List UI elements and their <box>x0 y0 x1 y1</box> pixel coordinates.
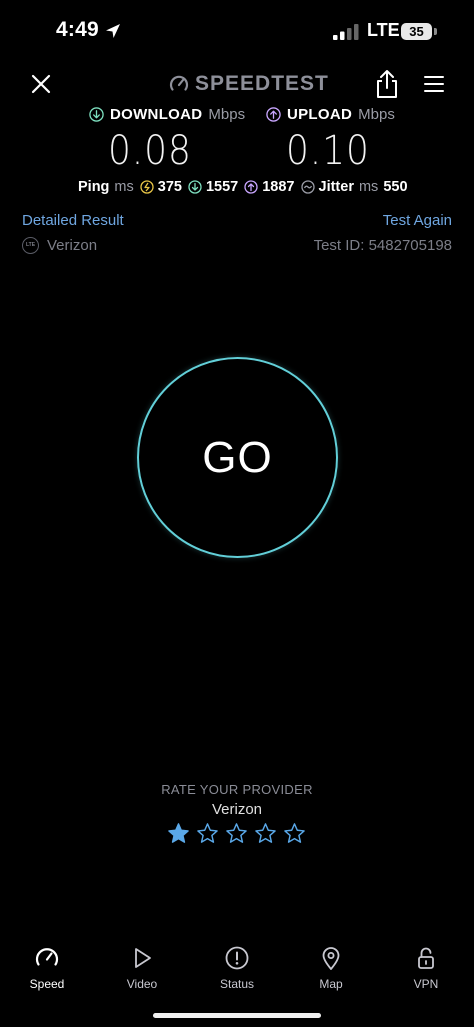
logo-text: SPEEDTEST <box>195 72 329 95</box>
nav-map[interactable]: Map <box>296 945 366 991</box>
signal-icon <box>333 24 359 40</box>
jitter-label: Jitter <box>318 179 354 195</box>
download-value: 0.08 <box>108 128 192 174</box>
ping-unit: ms <box>114 179 134 195</box>
star-empty-icon[interactable] <box>196 822 219 845</box>
star-empty-icon[interactable] <box>254 822 277 845</box>
jitter-value: 550 <box>383 179 408 195</box>
nav-video[interactable]: Video <box>107 945 177 991</box>
download-unit: Mbps <box>208 106 246 123</box>
star-empty-icon[interactable] <box>225 822 248 845</box>
jitter-icon <box>300 180 315 194</box>
nav-vpn[interactable]: VPN <box>391 945 461 991</box>
status-time: 4:49 <box>56 18 99 41</box>
ping-idle-value: 375 <box>157 179 182 195</box>
idle-latency-icon <box>140 180 154 194</box>
download-latency-icon <box>188 180 202 194</box>
rate-provider-name: Verizon <box>211 801 263 818</box>
location-arrow-icon <box>106 24 120 38</box>
home-indicator[interactable] <box>153 1013 321 1018</box>
nav-vpn-label: VPN <box>413 977 439 991</box>
star-empty-icon[interactable] <box>283 822 306 845</box>
latency-row: Ping ms 375 1557 1887 Jitter ms 550 <box>78 179 408 195</box>
upload-header: UPLOAD Mbps <box>266 106 395 123</box>
detailed-result-link[interactable]: Detailed Result <box>22 212 124 229</box>
download-arrow-icon <box>89 107 104 122</box>
test-again-link[interactable]: Test Again <box>383 212 452 229</box>
lte-badge-icon: LTE <box>22 237 39 254</box>
nav-map-label: Map <box>319 977 343 991</box>
test-id: Test ID: 5482705198 <box>313 237 452 254</box>
go-label: GO <box>202 432 273 482</box>
network-type: LTE <box>367 20 400 40</box>
gauge-logo-icon <box>169 75 189 91</box>
nav-speed-label: Speed <box>29 977 65 991</box>
provider-name: Verizon <box>47 237 98 254</box>
nav-status-label: Status <box>219 977 255 991</box>
go-button[interactable]: GO <box>137 357 338 558</box>
star-rating[interactable] <box>167 822 306 845</box>
alert-icon <box>225 946 249 970</box>
upload-unit: Mbps <box>358 106 395 123</box>
jitter-unit: ms <box>358 179 379 195</box>
download-label: DOWNLOAD <box>110 106 203 123</box>
ping-download-value: 1557 <box>205 179 239 195</box>
nav-video-label: Video <box>126 977 158 991</box>
upload-label: UPLOAD <box>287 106 353 123</box>
close-icon[interactable] <box>26 69 56 99</box>
ping-label: Ping <box>78 179 110 195</box>
upload-value: 0.10 <box>286 128 370 174</box>
nav-speed[interactable]: Speed <box>12 945 82 991</box>
speedtest-logo: SPEEDTEST <box>169 71 329 97</box>
speedometer-icon <box>35 948 59 966</box>
provider-info: LTE Verizon <box>22 237 97 254</box>
nav-status[interactable]: Status <box>202 945 272 991</box>
map-pin-icon <box>322 947 340 970</box>
battery-cap <box>434 28 437 35</box>
share-icon[interactable] <box>372 68 402 100</box>
ping-upload-value: 1887 <box>262 179 295 195</box>
upload-latency-icon <box>244 180 258 194</box>
download-header: DOWNLOAD Mbps <box>89 106 245 123</box>
menu-icon[interactable] <box>420 72 448 96</box>
battery-indicator: 35 <box>401 23 432 40</box>
unlock-icon <box>418 947 434 969</box>
rate-provider-title: RATE YOUR PROVIDER <box>161 782 313 797</box>
upload-arrow-icon <box>266 107 281 122</box>
star-filled-icon[interactable] <box>167 822 190 845</box>
play-icon <box>135 948 151 968</box>
